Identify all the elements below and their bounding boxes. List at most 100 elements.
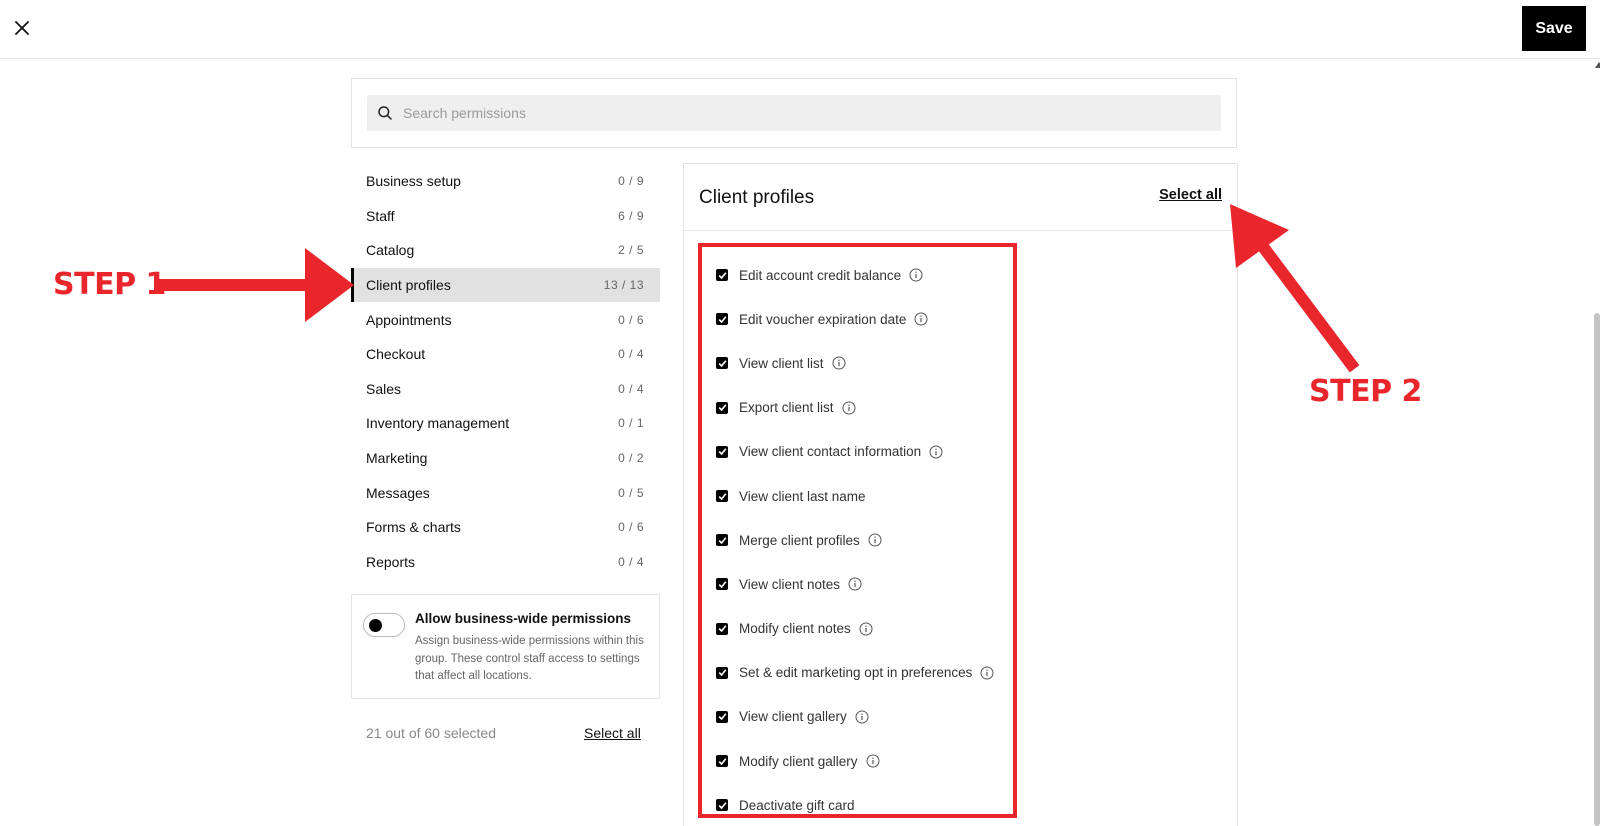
step1-label: STEP 1 <box>53 267 166 302</box>
search-container <box>351 78 1237 148</box>
category-count: 6 / 9 <box>618 208 644 223</box>
category-count: 0 / 9 <box>618 174 644 189</box>
permission-checkbox[interactable] <box>716 755 728 768</box>
category-item[interactable]: Client profiles 13 / 13 <box>351 267 660 303</box>
category-item[interactable]: Inventory management 0 / 1 <box>351 406 660 441</box>
info-icon[interactable] <box>868 533 882 547</box>
panel-select-all-link[interactable]: Select all <box>1159 187 1222 203</box>
business-wide-permissions-card: Allow business-wide permissions Assign b… <box>351 594 660 699</box>
checkmark-icon <box>718 757 726 765</box>
category-label: Forms & charts <box>366 519 461 536</box>
permission-checkbox[interactable] <box>716 313 728 326</box>
category-count: 2 / 5 <box>618 243 644 258</box>
permission-item: Modify client gallery <box>716 739 994 783</box>
permissions-panel: Client profiles Select all Edit account … <box>683 163 1238 826</box>
permission-checkbox[interactable] <box>716 490 728 503</box>
permission-item: Merge client profiles <box>716 518 994 562</box>
permission-checkbox[interactable] <box>716 799 728 812</box>
category-item[interactable]: Staff 6 / 9 <box>351 199 660 234</box>
permission-label: Set & edit marketing opt in preferences <box>739 665 973 681</box>
permission-category-list: Business setup 0 / 9 Staff 6 / 9 Catalog 2 / … <box>351 164 660 579</box>
category-count: 0 / 5 <box>618 485 644 500</box>
permission-checkbox[interactable] <box>716 578 728 591</box>
permission-label: Deactivate gift card <box>739 797 855 813</box>
permission-checkbox[interactable] <box>716 666 728 679</box>
permission-label: View client gallery <box>739 709 847 725</box>
permission-checkbox[interactable] <box>716 357 728 370</box>
info-icon[interactable] <box>855 710 869 724</box>
category-count: 13 / 13 <box>603 278 644 293</box>
footer-select-all-link[interactable]: Select all <box>584 725 641 741</box>
permission-label: View client last name <box>739 488 866 504</box>
permission-label: Modify client gallery <box>739 753 858 769</box>
save-button[interactable]: Save <box>1522 6 1586 51</box>
permission-label: Merge client profiles <box>739 532 860 548</box>
category-label: Sales <box>366 380 402 397</box>
permission-item: View client notes <box>716 562 994 606</box>
step2-arrow-icon <box>1230 204 1360 373</box>
permission-item: View client contact information <box>716 430 994 474</box>
checkmark-icon <box>718 492 726 500</box>
checkmark-icon <box>718 581 726 589</box>
info-icon[interactable] <box>832 356 846 370</box>
close-button[interactable] <box>10 16 34 40</box>
category-count: 0 / 4 <box>618 347 644 362</box>
permission-label: View client notes <box>739 576 841 592</box>
permission-label: Edit voucher expiration date <box>739 311 907 327</box>
checkmark-icon <box>718 625 726 633</box>
info-icon[interactable] <box>980 666 994 680</box>
permission-checkbox[interactable] <box>716 534 728 547</box>
permission-checkbox[interactable] <box>716 269 728 282</box>
permission-checkbox[interactable] <box>716 622 728 635</box>
category-item[interactable]: Appointments 0 / 6 <box>351 302 660 337</box>
checkmark-icon <box>718 802 726 810</box>
category-item[interactable]: Catalog 2 / 5 <box>351 233 660 268</box>
info-icon[interactable] <box>842 401 856 415</box>
category-label: Inventory management <box>366 415 510 432</box>
permission-checkbox[interactable] <box>716 710 728 723</box>
business-wide-title: Allow business-wide permissions <box>415 611 632 626</box>
checkmark-icon <box>718 669 726 677</box>
permission-label: Edit account credit balance <box>739 267 902 283</box>
category-item[interactable]: Checkout 0 / 4 <box>351 337 660 372</box>
category-item[interactable]: Sales 0 / 4 <box>351 372 660 407</box>
category-label: Staff <box>366 207 395 224</box>
info-icon[interactable] <box>859 622 873 636</box>
business-wide-description: Assign business-wide permissions within … <box>415 635 644 682</box>
category-item[interactable]: Business setup 0 / 9 <box>351 164 660 199</box>
category-count: 0 / 1 <box>618 416 644 431</box>
category-count: 0 / 2 <box>618 451 644 466</box>
step1-arrow-icon <box>158 248 354 322</box>
search-input[interactable] <box>403 105 1203 121</box>
checkmark-icon <box>718 316 726 323</box>
category-count: 0 / 6 <box>618 312 644 327</box>
category-item[interactable]: Messages 0 / 5 <box>351 475 660 510</box>
info-icon[interactable] <box>866 754 880 768</box>
search-icon <box>377 105 393 121</box>
category-label: Appointments <box>366 311 452 328</box>
checkmark-icon <box>718 271 726 279</box>
checkmark-icon <box>718 713 726 721</box>
permission-item: View client list <box>716 341 994 385</box>
category-item[interactable]: Reports 0 / 4 <box>351 545 660 580</box>
category-label: Business setup <box>366 173 461 190</box>
category-label: Client profiles <box>366 277 451 294</box>
permission-checkbox[interactable] <box>716 401 728 414</box>
permissions-panel-header: Client profiles Select all <box>684 164 1237 231</box>
checkmark-icon <box>718 537 726 544</box>
info-icon[interactable] <box>929 445 943 459</box>
info-icon[interactable] <box>909 268 923 282</box>
category-item[interactable]: Forms & charts 0 / 6 <box>351 510 660 545</box>
selected-count: 21 out of 60 selected <box>366 725 496 741</box>
info-icon[interactable] <box>914 312 928 326</box>
permission-checkbox[interactable] <box>716 445 728 458</box>
scroll-up-arrow-icon[interactable] <box>1595 62 1600 68</box>
business-wide-toggle[interactable] <box>363 613 405 637</box>
category-label: Marketing <box>366 450 428 467</box>
category-item[interactable]: Marketing 0 / 2 <box>351 441 660 476</box>
info-icon[interactable] <box>848 577 862 591</box>
scrollbar-thumb[interactable] <box>1594 313 1600 826</box>
permission-label: View client list <box>739 355 824 371</box>
search-field[interactable] <box>367 95 1221 131</box>
permission-item: Edit voucher expiration date <box>716 297 994 341</box>
